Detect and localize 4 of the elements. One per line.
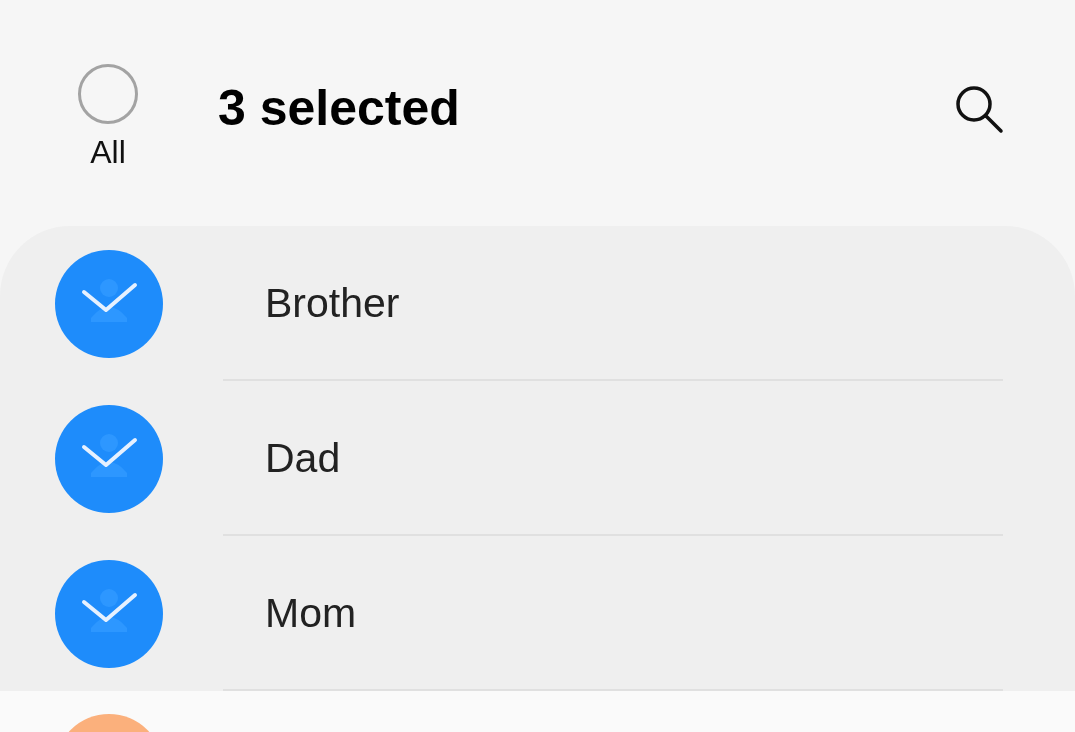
contact-name[interactable]: Dad — [265, 435, 341, 482]
contact-name[interactable]: Brother — [265, 280, 400, 327]
selection-count-title: 3 selected — [218, 79, 461, 137]
contact-name[interactable]: Mom — [265, 590, 357, 637]
